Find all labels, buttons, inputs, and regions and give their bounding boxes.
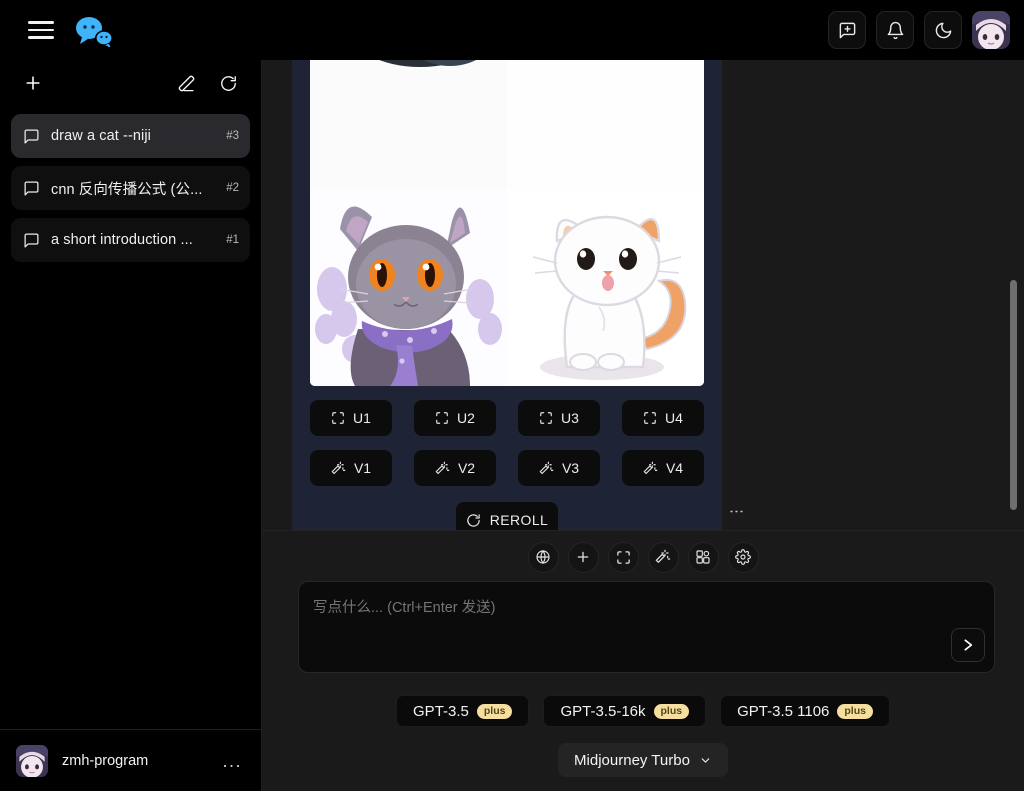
hamburger-line	[28, 21, 54, 24]
globe-icon[interactable]	[527, 541, 559, 573]
message-input[interactable]	[299, 582, 994, 672]
upscale-button-u3[interactable]: U3	[518, 400, 600, 436]
conversation-item-1[interactable]: cnn 反向传播公式 (公... #2	[11, 166, 250, 210]
brand-logo-icon[interactable]	[73, 15, 115, 47]
plus-badge: plus	[476, 703, 513, 719]
apps-grid-icon[interactable]	[687, 541, 719, 573]
top-bar-actions	[828, 11, 1010, 49]
chat-bubble-icon	[22, 179, 40, 197]
variation-button-label: V1	[353, 460, 372, 476]
composer-toolbar	[262, 531, 1024, 575]
model-button-gpt35[interactable]: GPT-3.5 plus	[396, 695, 530, 727]
grid-image-4[interactable]	[507, 189, 704, 386]
conversation-title: a short introduction ...	[51, 232, 193, 248]
sidebar-header-actions	[173, 70, 241, 96]
conversation-title: draw a cat --niji	[51, 128, 152, 144]
conversation-item-0[interactable]: draw a cat --niji #3	[11, 114, 250, 158]
model-select-value: Midjourney Turbo	[574, 751, 690, 769]
reroll-button-label: REROLL	[489, 512, 549, 528]
conversation-item-2[interactable]: a short introduction ... #1	[11, 218, 250, 262]
conversation-count: #1	[226, 234, 239, 246]
gear-icon[interactable]	[727, 541, 759, 573]
message-more-options-icon[interactable]: ⋮	[728, 504, 745, 519]
variation-button-label: V4	[665, 460, 684, 476]
refresh-icon[interactable]	[215, 70, 241, 96]
variation-button-v4[interactable]: V4	[622, 450, 704, 486]
footer-avatar[interactable]	[16, 744, 48, 777]
conversation-list: draw a cat --niji #3 cnn 反向传播公式 (公... #2	[0, 106, 261, 262]
model-button-gpt35-16k[interactable]: GPT-3.5-16k plus	[543, 695, 707, 727]
sidebar-header	[0, 60, 261, 106]
composer: GPT-3.5 plus GPT-3.5-16k plus GPT-3.5 11…	[262, 530, 1024, 791]
eraser-icon[interactable]	[173, 70, 199, 96]
upscale-button-u4[interactable]: U4	[622, 400, 704, 436]
midjourney-cat-grid[interactable]	[310, 60, 704, 386]
new-conversation-button[interactable]	[20, 70, 46, 96]
sidebar: draw a cat --niji #3 cnn 反向传播公式 (公... #2	[0, 60, 262, 791]
upscale-button-label: U1	[353, 410, 371, 426]
sidebar-footer: zmh-program ...	[0, 729, 262, 791]
magic-wand-icon[interactable]	[647, 541, 679, 573]
assistant-message-bubble: U1 U2 U3 U4 V1 V2 V3 V4 REROLL	[292, 60, 722, 530]
upscale-button-row: U1 U2 U3 U4	[310, 400, 704, 436]
chat-scrollbar[interactable]	[1008, 60, 1019, 530]
variation-button-label: V2	[457, 460, 476, 476]
variation-button-v1[interactable]: V1	[310, 450, 392, 486]
model-name: GPT-3.5	[413, 702, 469, 720]
upscale-button-label: U4	[665, 410, 683, 426]
model-button-row: GPT-3.5 plus GPT-3.5-16k plus GPT-3.5 11…	[262, 695, 1024, 727]
username-label: zmh-program	[62, 752, 149, 769]
notifications-button[interactable]	[876, 11, 914, 49]
plus-badge: plus	[837, 703, 873, 719]
variation-button-v3[interactable]: V3	[518, 450, 600, 486]
model-name: GPT-3.5-16k	[560, 702, 646, 720]
plus-badge: plus	[653, 703, 690, 719]
new-chat-button[interactable]	[828, 11, 866, 49]
chat-bubble-icon	[22, 127, 40, 145]
plus-icon[interactable]	[567, 541, 599, 573]
reroll-row: REROLL	[302, 486, 712, 530]
upscale-button-label: U3	[561, 410, 579, 426]
conversation-title: cnn 反向传播公式 (公...	[51, 181, 203, 198]
more-dots-icon[interactable]: ...	[222, 752, 246, 770]
upscale-button-label: U2	[457, 410, 475, 426]
chat-scroll-area: U1 U2 U3 U4 V1 V2 V3 V4 REROLL ⋮	[262, 60, 1024, 530]
message-input-wrapper[interactable]	[298, 581, 995, 673]
send-button[interactable]	[951, 628, 985, 662]
hamburger-line	[28, 28, 54, 32]
variation-button-v2[interactable]: V2	[414, 450, 496, 486]
model-name: GPT-3.5 1106	[737, 702, 830, 720]
upscale-button-u2[interactable]: U2	[414, 400, 496, 436]
model-select-dropdown[interactable]: Midjourney Turbo	[558, 743, 728, 777]
hamburger-line	[28, 36, 54, 39]
variation-button-row: V1 V2 V3 V4	[310, 450, 704, 486]
grid-image-2[interactable]	[507, 60, 704, 189]
grid-image-3[interactable]	[310, 189, 507, 386]
conversation-count: #2	[226, 182, 239, 194]
upscale-button-u1[interactable]: U1	[310, 400, 392, 436]
reroll-button[interactable]: REROLL	[456, 502, 558, 530]
chat-application: draw a cat --niji #3 cnn 反向传播公式 (公... #2	[0, 0, 1024, 791]
chat-scrollbar-thumb[interactable]	[1010, 280, 1017, 510]
model-select-row: Midjourney Turbo	[262, 743, 1024, 777]
top-bar	[0, 0, 1024, 60]
chat-bubble-icon	[22, 231, 40, 249]
chevron-down-icon	[699, 754, 712, 767]
dark-mode-button[interactable]	[924, 11, 962, 49]
conversation-count: #3	[226, 130, 239, 142]
expand-icon[interactable]	[607, 541, 639, 573]
variation-button-label: V3	[561, 460, 580, 476]
avatar[interactable]	[972, 11, 1010, 49]
hamburger-menu-icon[interactable]	[28, 16, 56, 44]
model-button-gpt35-1106[interactable]: GPT-3.5 1106 plus	[720, 695, 890, 727]
main-content: U1 U2 U3 U4 V1 V2 V3 V4 REROLL ⋮ 写点什么...…	[262, 60, 1024, 791]
grid-image-1[interactable]	[310, 60, 507, 189]
